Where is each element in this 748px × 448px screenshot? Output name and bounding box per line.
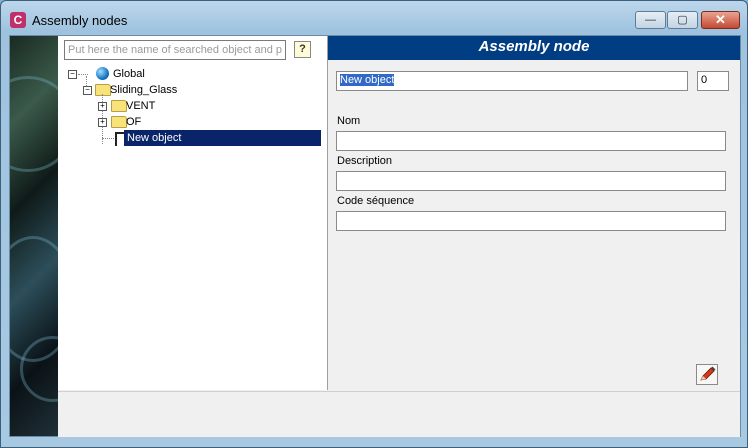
maximize-button[interactable]: ▢ [667, 11, 698, 29]
edit-button[interactable] [696, 364, 718, 385]
status-bar [58, 391, 740, 437]
close-button[interactable]: ✕ [701, 11, 740, 29]
nom-label: Nom [337, 115, 361, 127]
details-panel: Assembly node New object 0 Nom Descripti… [328, 36, 740, 390]
tree-node-vent[interactable]: VENT [126, 98, 155, 114]
object-count-value: 0 [701, 74, 708, 86]
code-sequence-field[interactable] [336, 211, 726, 231]
object-count-field[interactable]: 0 [697, 71, 729, 91]
folder-icon [111, 116, 127, 128]
decorative-banner [10, 36, 58, 436]
tree-node-label: OF [126, 116, 142, 128]
tree-connector [78, 74, 88, 75]
banner-ring [10, 76, 58, 172]
nom-field[interactable] [336, 131, 726, 151]
tree-expander-global[interactable]: − [68, 70, 77, 79]
title-bar[interactable]: C Assembly nodes — ▢ ✕ [1, 1, 747, 35]
globe-icon [96, 67, 109, 80]
tree-node-global[interactable]: Global [113, 66, 145, 82]
minimize-button[interactable]: — [635, 11, 666, 29]
tree-expander-of[interactable]: + [98, 118, 107, 127]
code-sequence-label: Code séquence [337, 195, 415, 207]
search-input[interactable] [64, 40, 286, 60]
panel-header: Assembly node [328, 36, 740, 60]
maximize-icon: ▢ [677, 14, 688, 26]
tree-node-of[interactable]: OF [126, 114, 141, 130]
tree-node-sliding-glass[interactable]: Sliding_Glass [110, 82, 177, 98]
assembly-tree: − Global − Sliding_Glass + VENT + OF New… [58, 64, 327, 384]
tree-panel: ? − Global − Sliding_Glass + VENT [58, 36, 328, 390]
object-name-value: New object [340, 74, 395, 86]
tree-node-new-object[interactable]: New object [124, 130, 321, 146]
tree-node-label: Global [113, 68, 145, 80]
minimize-icon: — [645, 14, 656, 26]
object-name-field[interactable]: New object [336, 71, 688, 91]
folder-icon [95, 84, 111, 96]
description-label: Description [337, 155, 393, 167]
pencil-icon [700, 366, 716, 381]
close-icon: ✕ [715, 12, 726, 27]
tree-node-label: VENT [126, 100, 156, 112]
folder-icon [111, 100, 127, 112]
window-client-area: ? − Global − Sliding_Glass + VENT [9, 35, 741, 437]
tree-expander-vent[interactable]: + [98, 102, 107, 111]
search-help-button[interactable]: ? [294, 41, 311, 58]
tree-connector [102, 138, 114, 139]
tree-node-label: Sliding_Glass [110, 84, 178, 96]
application-window: C Assembly nodes — ▢ ✕ ? − Global − [0, 0, 748, 448]
tree-expander-sliding-glass[interactable]: − [83, 86, 92, 95]
description-field[interactable] [336, 171, 726, 191]
window-title: Assembly nodes [32, 13, 128, 28]
app-logo-icon: C [10, 12, 26, 28]
tree-node-label: New object [124, 130, 321, 146]
